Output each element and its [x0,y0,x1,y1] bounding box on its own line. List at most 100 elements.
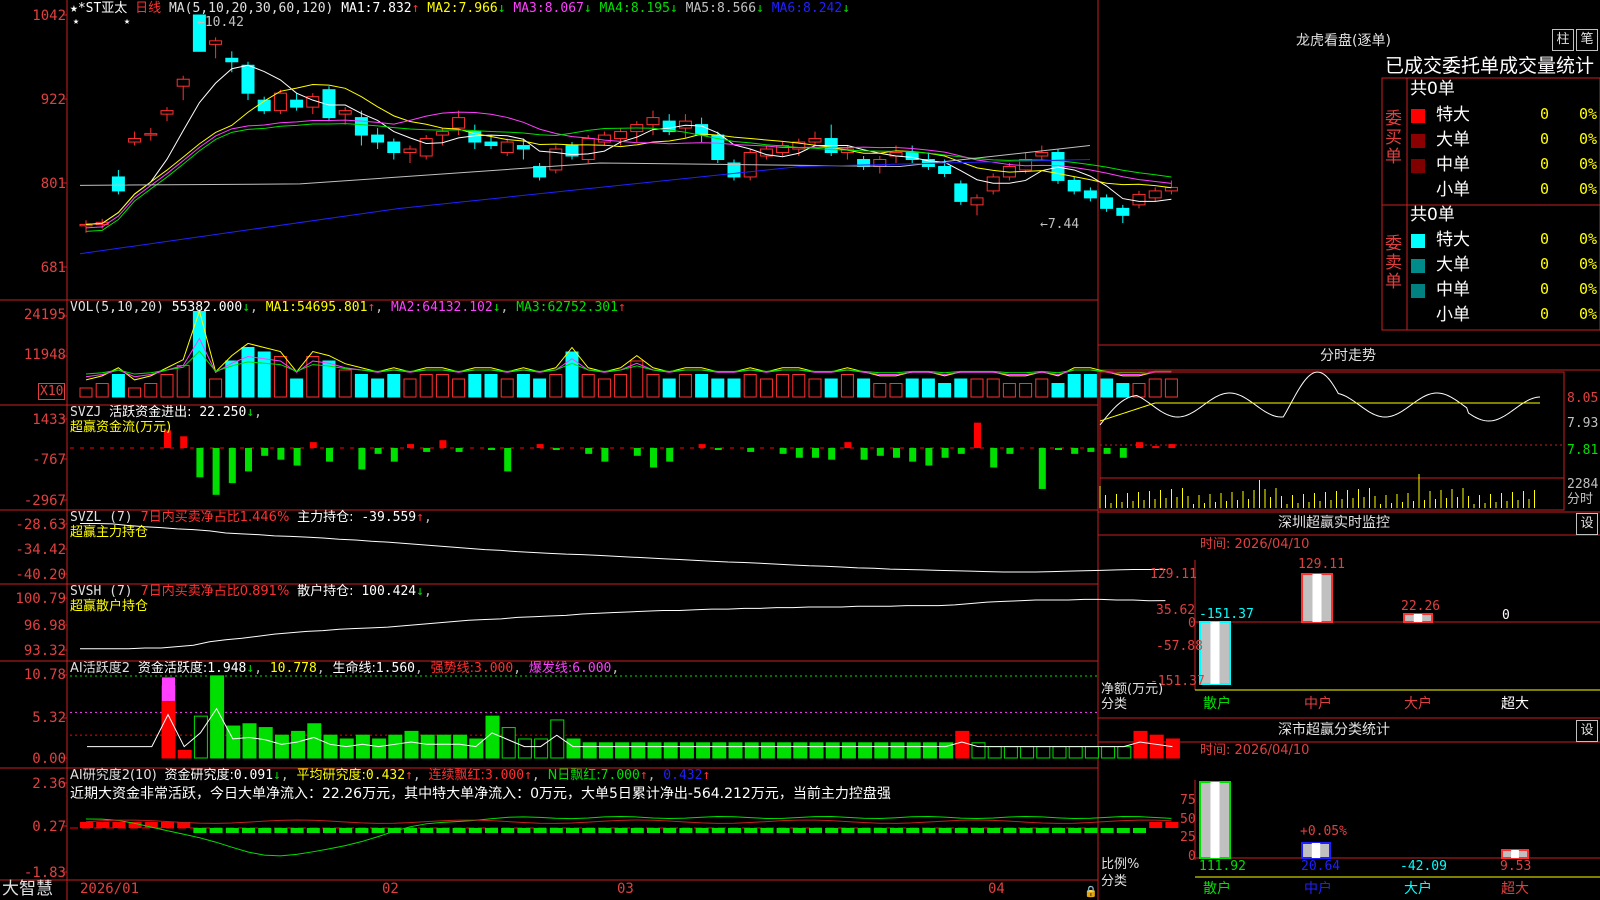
bar-mode-button[interactable]: 柱 [1552,29,1574,51]
volume-bar [678,374,692,398]
research-bar [485,828,498,833]
avg-research-label: 平均研究度: [296,768,366,783]
volume-bar [695,374,709,398]
svzj-bar [828,448,836,460]
candle-body [371,134,385,143]
ai-activity-bar [712,742,727,759]
buy-row-value: 0 [1540,130,1550,148]
research-bar [938,828,952,833]
sell-color-swatch [1411,309,1425,323]
research-bar [873,828,887,833]
ma6-value: 8.242 [803,1,843,16]
ai-activity-ylabel: 5.32 [32,710,66,726]
svzj-bar [812,448,819,458]
research-bar [922,828,936,833]
candle-body [614,131,628,140]
sz-class-title: 深市超赢分类统计 [1278,722,1390,738]
ai-activity-bar [258,727,273,759]
period-label[interactable]: 日线 [135,1,161,16]
ai-activity-bar [388,734,403,759]
strong-line-label: 强势线: [430,661,475,676]
research-bar [242,828,255,833]
sz-class-value: 111.92 [1199,859,1246,874]
svzj-bar [212,448,220,495]
kline-chart-canvas[interactable] [0,0,1600,900]
svzj-bar [536,444,544,448]
ai-activity-bar [858,742,873,759]
vol-ma1-name: MA1: [265,300,297,315]
vol-ylabel: 24195 [23,307,66,323]
volume-bar [743,374,757,398]
candle-body [419,138,433,157]
volume-bar [889,383,903,398]
vol-params: VOL(5,10,20) [70,300,164,315]
svzj-value: 22.250 [199,405,247,420]
ma1-value: 7.832 [372,1,412,16]
sell-row-name: 特大 [1436,230,1470,250]
order-stats-title: 已成交委托单成交量统计 [1385,55,1595,77]
research-bar [274,828,288,833]
sz-class-bar-shine [1511,850,1519,858]
research-bar [695,828,709,833]
ai-activity-bar [1020,746,1035,759]
candle-body [1100,197,1114,209]
ai-activity-bar [517,738,532,759]
candle-body [1067,179,1081,192]
research-bar [209,828,223,833]
volume-bar [1002,383,1016,398]
volume-bar [1083,374,1097,398]
volume-bar [711,378,725,398]
candle-body [273,92,287,112]
research-bar [744,828,758,833]
svzj-bar [909,448,917,462]
sell-row-value: 0 [1540,305,1550,323]
svzj-ylabel: -767 [32,452,66,468]
volume-bar [160,374,174,398]
lock-icon[interactable]: 🔒 [1084,884,1098,899]
sell-row-pct: 0% [1579,280,1598,298]
sell-row-value: 0 [1540,255,1550,273]
volume-bar [516,374,530,398]
ai-activity-bar [274,734,289,759]
volume-bar [419,374,433,398]
ma2-arrow: ↓ [497,1,506,16]
svzl-ylabel: -34.42 [15,542,66,558]
vol-arrow: ↓ [242,300,251,315]
candle-body [225,57,239,63]
sz-monitor-cat-label: 超大 [1501,696,1529,712]
candle-body [808,138,822,143]
buy-row-name: 中单 [1436,155,1470,175]
volume-bar [824,378,838,398]
candle-body [1035,152,1049,157]
buy-color-swatch [1411,134,1425,148]
ai-activity-bar [307,723,322,759]
ma5-name: MA5: [685,1,717,16]
vol-ma3-value: 62752.301 [547,300,618,315]
sz-monitor-settings-button[interactable]: 设 [1576,513,1598,535]
svzj-bar [1055,448,1062,450]
research-bar [80,822,93,828]
volume-bar [873,383,887,398]
svzj-ylabel: -2967 [23,493,66,509]
sz-class-settings-button[interactable]: 设 [1576,720,1598,742]
buy-row-value: 0 [1540,155,1550,173]
star-icon: ★ [73,16,80,27]
sz-class-ylabel: 75 [1180,793,1196,808]
sz-class-cat-label: 中户 [1304,881,1332,897]
ai-activity-bar [744,742,759,759]
research-bar [355,828,369,833]
research-bar [776,828,790,833]
ai-activity-bar [987,746,1002,759]
candle-body [128,138,142,143]
research-bar [1003,828,1017,833]
pen-mode-button[interactable]: 笔 [1576,29,1598,51]
volume-bar [792,374,806,398]
candle-body [403,148,417,154]
svzj-bar [552,448,560,450]
sz-monitor-ylabel: -57.88 [1156,639,1203,654]
sz-class-cat: 分类 [1101,874,1128,889]
ai-activity-bar [955,730,970,759]
lifeline-label: 生命线: [332,661,376,676]
vol-unit: X10 [38,383,66,400]
volume-bar [306,356,320,398]
